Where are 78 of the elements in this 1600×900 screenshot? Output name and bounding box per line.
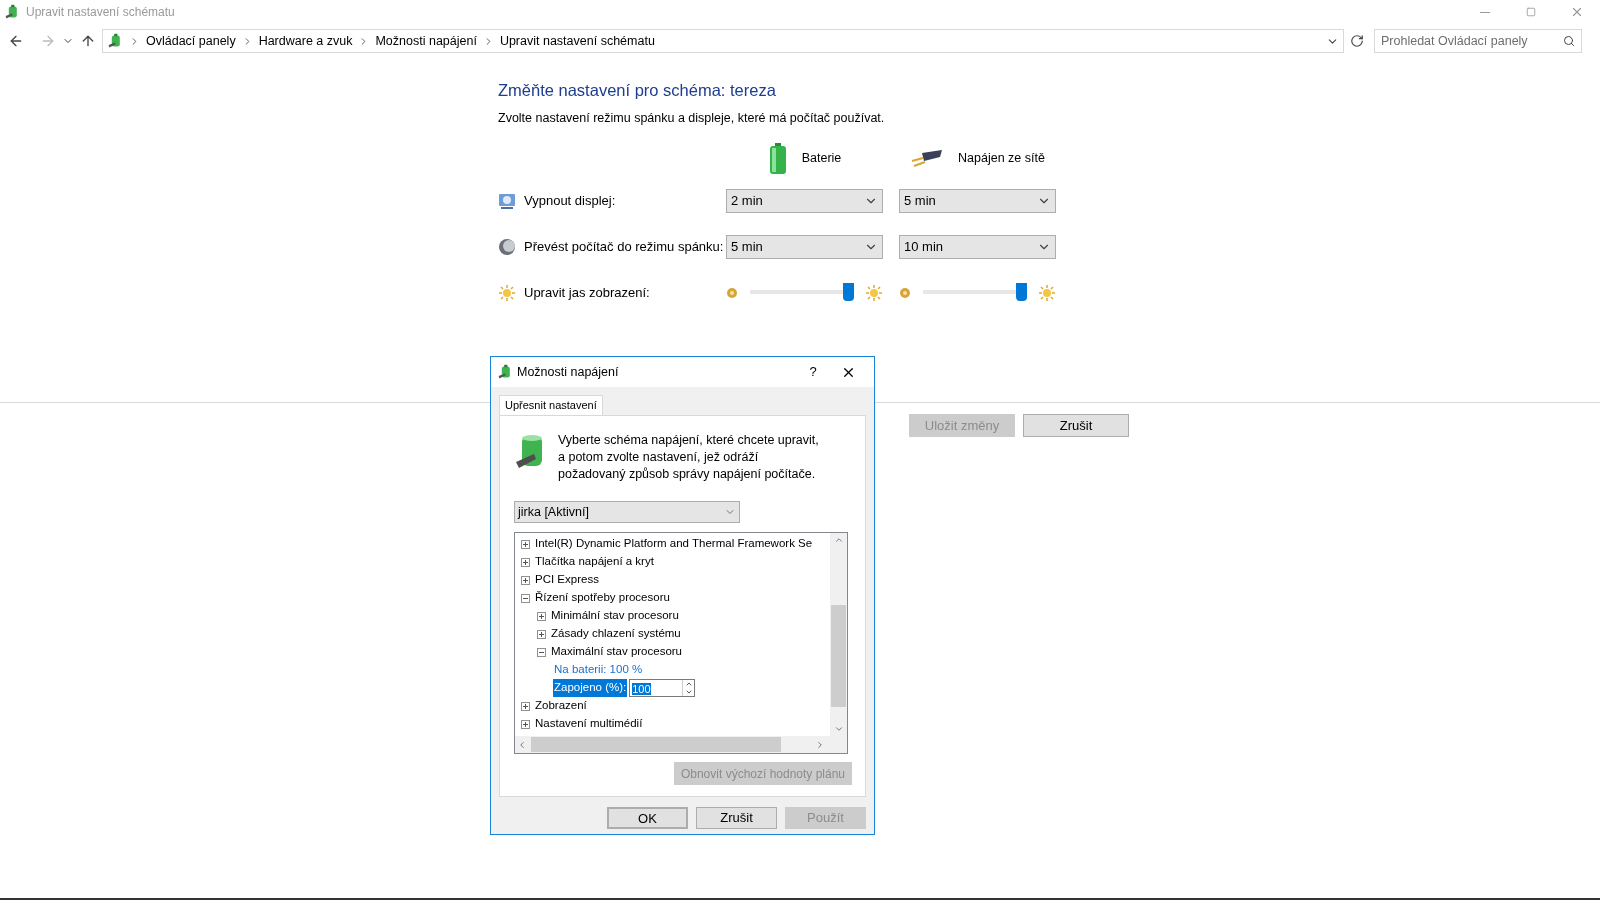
dim-sun-icon [899, 286, 911, 299]
minimize-icon [1480, 11, 1490, 13]
expand-icon[interactable] [537, 629, 546, 639]
breadcrumb-link[interactable]: Hardware a zvuk [258, 31, 353, 51]
bright-sun-icon [865, 283, 883, 302]
cancel-button[interactable]: Zrušit [696, 807, 777, 829]
cancel-button[interactable]: Zrušit [1023, 414, 1129, 437]
collapse-icon[interactable] [521, 593, 530, 603]
spin-down-icon[interactable] [684, 688, 693, 696]
tree-item[interactable]: Tlačítka napájení a kryt [535, 553, 654, 571]
percent-spin-field[interactable]: 100 [629, 679, 696, 697]
search-icon[interactable] [1563, 35, 1575, 47]
timeout-dropdown[interactable]: 2 min [726, 188, 883, 213]
tree-item[interactable]: PCI Express [535, 571, 599, 589]
setting-label: Upravit jas zobrazení: [524, 283, 650, 302]
expand-icon[interactable] [521, 539, 530, 549]
timeout-dropdown[interactable]: 10 min [899, 234, 1056, 259]
up-icon[interactable] [80, 33, 96, 49]
collapse-icon[interactable] [537, 647, 546, 657]
breadcrumb-link[interactable]: Možnosti napájení [375, 31, 477, 51]
setting-label: Převést počítač do režimu spánku: [524, 237, 724, 256]
refresh-icon[interactable] [1350, 34, 1364, 48]
breadcrumb-link[interactable]: Upravit nastavení schématu [499, 31, 655, 51]
dialog-description: Vyberte schéma napájení, které chcete upravit, a potom zvolte nastavení, jež odráží požadovaný způsob správy napájení počítače. [558, 432, 820, 483]
timeout-dropdown[interactable]: 5 min [726, 234, 883, 259]
expand-icon[interactable] [521, 557, 530, 567]
tree-item[interactable]: Maximální stav procesoru [551, 643, 683, 661]
column-header: Baterie [801, 150, 842, 168]
power-plug-icon [910, 148, 945, 169]
ok-button[interactable]: OK [607, 807, 688, 829]
expand-icon[interactable] [521, 575, 530, 585]
scroll-down-icon[interactable] [833, 724, 844, 734]
scroll-right-icon[interactable] [815, 739, 825, 750]
expand-icon[interactable] [537, 611, 546, 621]
back-icon[interactable] [8, 33, 24, 49]
tree-item[interactable]: Zásady chlazení systému [551, 625, 681, 643]
page-subtitle: Zvolte nastavení režimu spánku a displeje, které má počítač používat. [498, 109, 886, 127]
location-icon [107, 33, 123, 49]
slider-thumb[interactable] [1015, 282, 1027, 301]
breadcrumb-link[interactable]: Ovládací panely [146, 31, 236, 51]
sun-icon [498, 283, 516, 302]
setting-value[interactable]: Zapojeno (%): [553, 679, 628, 697]
tree-item[interactable]: Řízení spotřeby procesoru [535, 589, 670, 607]
slider-thumb[interactable] [842, 282, 854, 301]
dim-sun-icon [726, 286, 738, 299]
moon-icon [498, 237, 516, 256]
dialog-title: Možnosti napájení [517, 363, 619, 381]
tab[interactable]: Upřesnit nastavení [499, 395, 603, 415]
expand-icon[interactable] [521, 719, 530, 729]
plan-dropdown[interactable]: jirka [Aktivní] [514, 501, 740, 523]
timeout-dropdown[interactable]: 5 min [899, 188, 1056, 213]
dialog-icon [497, 364, 513, 380]
monitor-icon [498, 191, 516, 210]
app-icon [4, 4, 20, 20]
vertical-scrollbar[interactable] [830, 533, 847, 736]
restore-icon [1526, 7, 1536, 17]
setting-label: Vypnout displej: [524, 191, 616, 210]
page-heading: Změňte nastavení pro schéma: tereza [498, 80, 777, 101]
address-bar[interactable]: Ovládací panely Hardware a zvuk Možnosti napájení Upravit nastavení schématu [102, 29, 1344, 53]
expand-icon[interactable] [521, 701, 530, 711]
setting-value[interactable]: Na baterii: 100 % [553, 661, 644, 679]
window-title: Upravit nastavení schématu [26, 4, 175, 21]
tree-item[interactable]: Intel(R) Dynamic Platform and Thermal Framework Se [535, 535, 813, 553]
close-icon [1570, 5, 1584, 19]
spin-up-icon[interactable] [684, 680, 693, 688]
brightness-slider[interactable] [923, 282, 1026, 303]
help-button[interactable]: ? [798, 362, 828, 382]
column-header: Napájen ze sítě [958, 150, 1045, 168]
scroll-up-icon[interactable] [833, 535, 844, 545]
brightness-slider[interactable] [750, 282, 853, 303]
bright-sun-icon [1038, 283, 1056, 302]
tree-item[interactable]: Nastavení multimédií [535, 715, 643, 733]
horizontal-scrollbar[interactable] [515, 736, 847, 753]
tree-item[interactable]: Minimální stav procesoru [551, 607, 679, 625]
tree-item[interactable]: Zobrazení [535, 697, 587, 715]
scroll-left-icon[interactable] [517, 739, 527, 750]
battery-icon [767, 142, 788, 175]
search-field[interactable]: Prohledat Ovládací panely [1374, 29, 1582, 53]
